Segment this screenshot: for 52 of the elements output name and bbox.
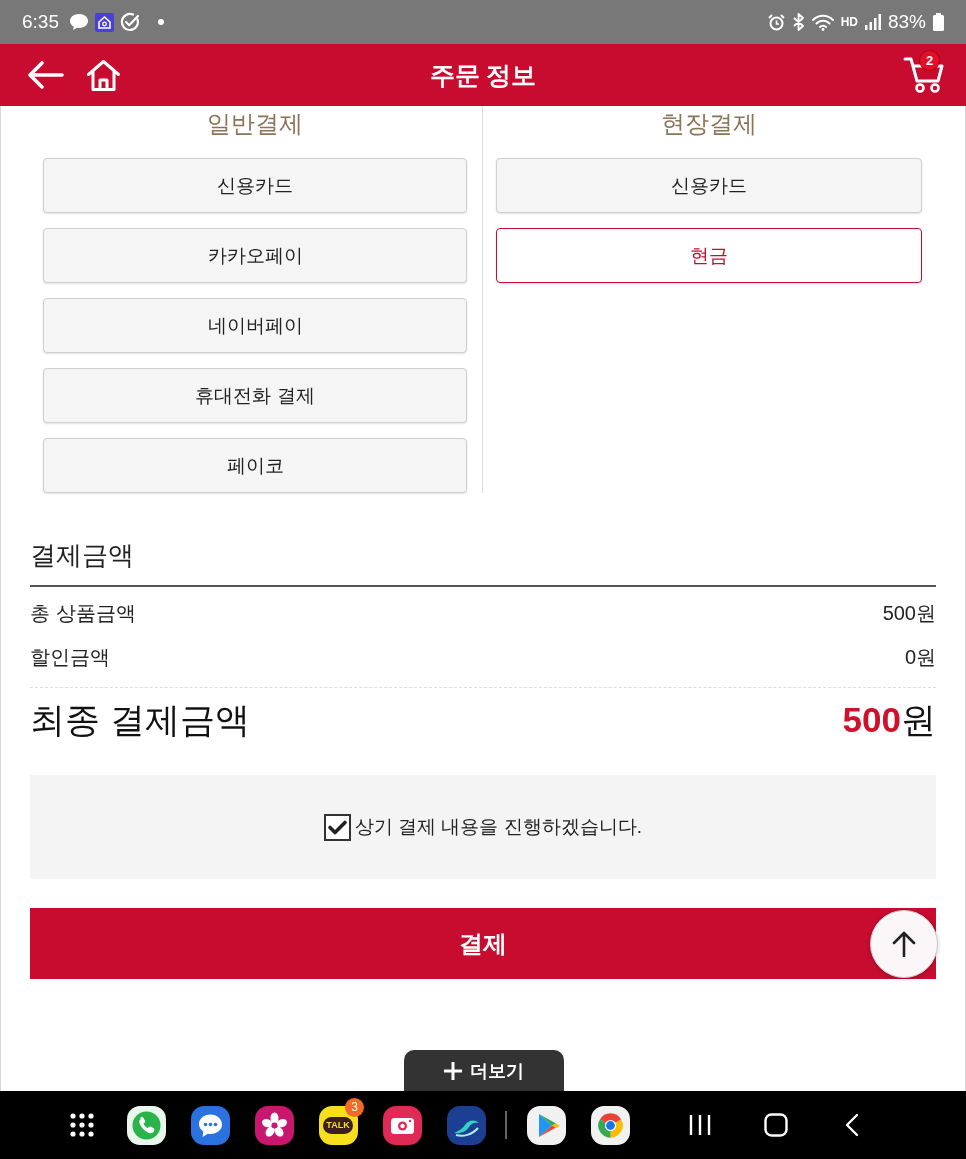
battery-icon <box>933 13 944 31</box>
talk-label: TALK <box>323 1116 353 1134</box>
amount-value: 500원 <box>882 600 936 626</box>
tricolor-circle-app-icon[interactable] <box>590 1105 630 1145</box>
notification-badge: 3 <box>345 1097 364 1117</box>
hd-voice-label: HD <box>840 16 858 28</box>
wifi-icon <box>811 13 834 31</box>
up-arrow-icon <box>892 931 916 957</box>
page-title: 주문 정보 <box>429 59 537 91</box>
final-amount-value: 500원 <box>842 698 936 741</box>
bluetooth-icon <box>791 13 805 31</box>
home-square-icon[interactable] <box>764 1113 788 1137</box>
alarm-clock-icon <box>767 13 785 31</box>
payment-option-button[interactable]: 신용카드 <box>496 158 922 213</box>
agreement-label: 상기 결제 내용을 진행하겠습니다. <box>354 815 643 839</box>
cart-count-badge: 2 <box>919 50 940 71</box>
flower-app-icon[interactable] <box>254 1105 294 1145</box>
payment-option-button[interactable]: 휴대전화 결제 <box>43 368 467 423</box>
amount-label: 할인금액 <box>30 644 110 670</box>
battery-percent: 83% <box>887 11 926 33</box>
column-heading: 현장결제 <box>660 109 758 139</box>
agree-checkbox[interactable] <box>323 813 351 841</box>
house-square-icon <box>95 12 114 32</box>
payment-option-button[interactable]: 카카오페이 <box>43 228 467 283</box>
payment-option-button[interactable]: 페이코 <box>43 438 467 493</box>
home-icon[interactable] <box>86 58 121 92</box>
amount-label: 총 상품금액 <box>30 600 136 626</box>
final-amount-label: 최종 결제금액 <box>30 698 250 741</box>
cart-icon[interactable] <box>903 56 945 94</box>
recent-apps-icon[interactable] <box>689 1114 711 1136</box>
more-button[interactable]: 더보기 <box>404 1050 564 1091</box>
plus-icon <box>444 1061 462 1080</box>
payment-option-button[interactable]: 네이버페이 <box>43 298 467 353</box>
section-title: 결제금액 <box>30 538 936 587</box>
back-arrow-icon[interactable] <box>27 60 64 90</box>
signal-bars-icon <box>864 14 881 30</box>
phone-app-icon[interactable] <box>126 1105 166 1145</box>
chat-bubble-icon <box>69 13 89 31</box>
back-chevron-icon[interactable] <box>845 1113 859 1137</box>
wave-app-icon[interactable] <box>446 1105 486 1145</box>
clock-time: 6:35 <box>22 11 59 33</box>
play-triangle-app-icon[interactable] <box>526 1105 566 1145</box>
dot-icon <box>158 19 164 25</box>
payment-option-button[interactable]: 현금 <box>496 228 922 283</box>
chat-bubble-app-icon[interactable] <box>190 1105 230 1145</box>
column-heading: 일반결제 <box>206 109 304 139</box>
camera-app-icon[interactable] <box>382 1105 422 1145</box>
app-grid-icon[interactable] <box>70 1113 94 1137</box>
pay-button[interactable]: 결제 <box>30 908 936 979</box>
amount-value: 0원 <box>904 644 936 670</box>
payment-option-button[interactable]: 신용카드 <box>43 158 467 213</box>
check-circle-icon <box>120 12 140 32</box>
